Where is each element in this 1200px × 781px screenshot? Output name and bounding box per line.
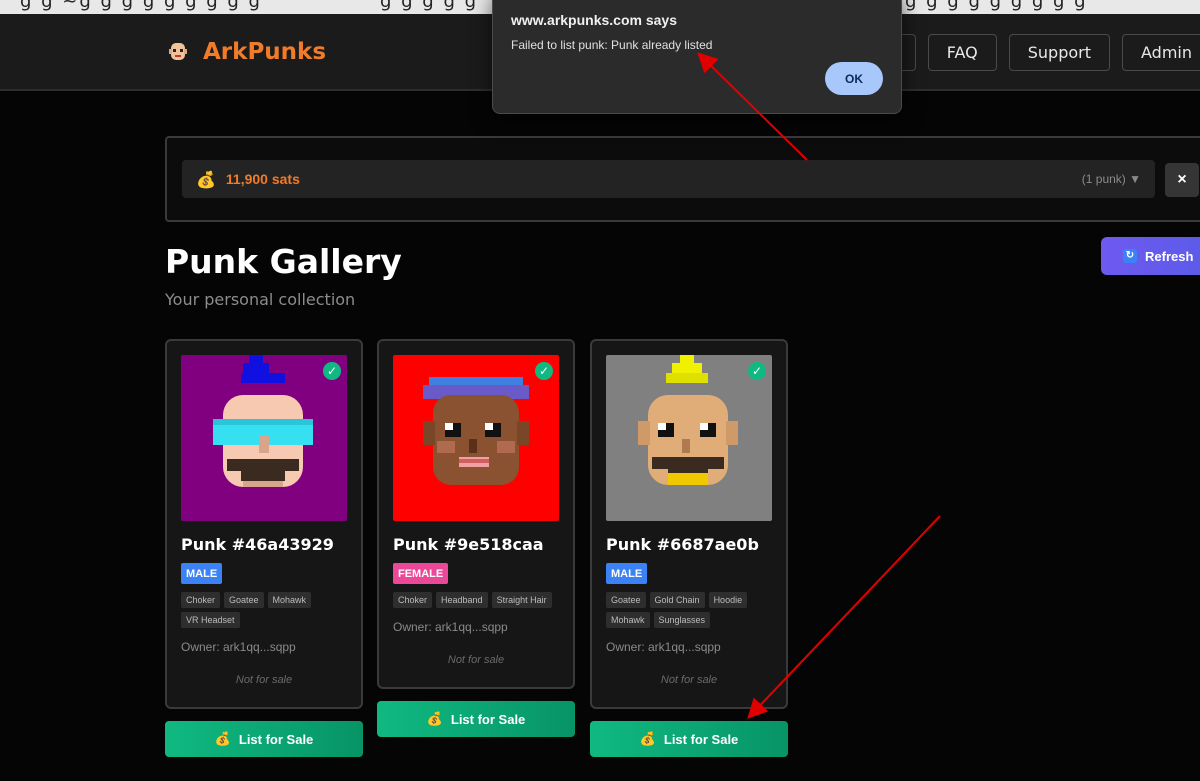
balance-amount: 11,900 sats — [225, 171, 300, 187]
punk-image: ✓ — [181, 355, 347, 521]
trait-tag: Sunglasses — [653, 612, 711, 628]
punk-title: Punk #9e518caa — [393, 535, 544, 554]
trait-tag: Hoodie — [708, 592, 748, 608]
nav-support-button[interactable]: Support — [1008, 34, 1110, 71]
balance-panel: 💰 11,900 sats (1 punk) ▼ × — [165, 136, 1200, 222]
page-subtitle: Your personal collection — [165, 290, 356, 309]
trait-tag: Choker — [393, 592, 433, 608]
trait-list: Goatee Gold Chain Hoodie Mohawk Sunglass… — [606, 592, 776, 628]
owner-label: Owner: ark1qq...sqpp — [606, 640, 721, 654]
money-bag-icon: 💰 — [214, 731, 231, 746]
close-button[interactable]: × — [1165, 163, 1199, 197]
money-bag-icon: 💰 — [639, 731, 656, 746]
owner-label: Owner: ark1qq...sqpp — [393, 620, 508, 634]
refresh-button[interactable]: ↻ Refresh — [1101, 237, 1200, 275]
list-for-sale-label: List for Sale — [450, 711, 526, 727]
gender-badge: MALE — [606, 563, 648, 584]
trait-tag: Mohawk — [606, 612, 650, 628]
logo[interactable]: ArkPunks — [167, 39, 326, 65]
sale-status: Not for sale — [447, 654, 505, 666]
punk-avatar-image — [423, 377, 529, 485]
refresh-label: Refresh — [1145, 248, 1194, 264]
trait-tag: Gold Chain — [649, 592, 705, 608]
punk-title: Punk #6687ae0b — [606, 535, 759, 554]
nav-admin-button[interactable]: Admin — [1122, 34, 1200, 71]
trait-tag: VR Headset — [181, 612, 240, 628]
dialog-title: www.arkpunks.com says — [511, 12, 677, 28]
punk-face-icon — [167, 41, 189, 63]
balance-punk-count: (1 punk) ▼ — [1081, 172, 1141, 186]
sale-status: Not for sale — [660, 674, 718, 686]
gender-badge: MALE — [181, 563, 223, 584]
trait-tag: Straight Hair — [491, 592, 552, 608]
sale-status: Not for sale — [235, 674, 293, 686]
list-for-sale-button[interactable]: 💰 List for Sale — [165, 721, 363, 757]
punk-image: ✓ — [606, 355, 772, 521]
dialog-message: Failed to list punk: Punk already listed — [511, 38, 713, 52]
trait-tag: Mohawk — [267, 592, 312, 608]
page-title: Punk Gallery — [165, 242, 402, 281]
gender-badge: FEMALE — [393, 563, 449, 584]
dialog-ok-button[interactable]: OK — [825, 62, 883, 95]
owned-check-icon: ✓ — [323, 362, 341, 380]
punk-card[interactable]: ✓ Punk #9e518caa FEMALE Choker Headband … — [377, 339, 575, 689]
logo-text: ArkPunks — [203, 39, 327, 65]
list-for-sale-button[interactable]: 💰 List for Sale — [377, 701, 575, 737]
punk-card[interactable]: ✓ Punk #6687ae0b MALE Goatee Gold Chain … — [590, 339, 788, 709]
list-for-sale-button[interactable]: 💰 List for Sale — [590, 721, 788, 757]
alert-dialog: www.arkpunks.com says Failed to list pun… — [492, 0, 902, 114]
punk-avatar-image — [213, 355, 313, 487]
list-for-sale-label: List for Sale — [238, 731, 314, 747]
list-for-sale-label: List for Sale — [663, 731, 739, 747]
trait-tag: Goatee — [606, 592, 646, 608]
punk-card[interactable]: ✓ Punk #46a43929 MALE Choker Goatee Moha… — [165, 339, 363, 709]
punk-image: ✓ — [393, 355, 559, 521]
trait-tag: Goatee — [224, 592, 264, 608]
balance-selector[interactable]: 💰 11,900 sats (1 punk) ▼ — [182, 160, 1155, 198]
trait-list: Choker Goatee Mohawk VR Headset — [181, 592, 351, 628]
money-bag-icon: 💰 — [196, 169, 216, 189]
trait-list: Choker Headband Straight Hair — [393, 592, 563, 608]
punk-avatar-image — [638, 355, 738, 485]
money-bag-icon: 💰 — [426, 711, 443, 726]
trait-tag: Headband — [436, 592, 488, 608]
owner-label: Owner: ark1qq...sqpp — [181, 640, 296, 654]
refresh-icon: ↻ — [1123, 249, 1137, 263]
trait-tag: Choker — [181, 592, 221, 608]
punk-title: Punk #46a43929 — [181, 535, 334, 554]
nav-faq-button[interactable]: FAQ — [927, 34, 997, 71]
owned-check-icon: ✓ — [535, 362, 553, 380]
owned-check-icon: ✓ — [748, 362, 766, 380]
